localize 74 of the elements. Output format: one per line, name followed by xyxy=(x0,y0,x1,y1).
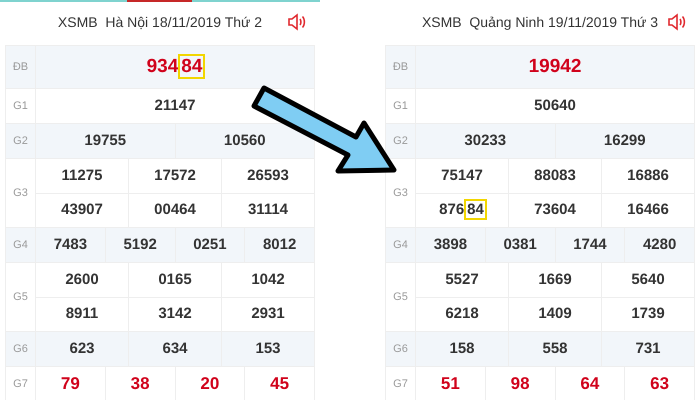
prize-number: 2600 xyxy=(65,270,99,288)
speaker-icon[interactable] xyxy=(667,12,687,32)
prize-number: 876 84 xyxy=(439,201,485,218)
prize-label: G6 xyxy=(13,342,28,357)
prize-number: 623 xyxy=(69,340,95,357)
prize-number: 19755 xyxy=(84,132,126,149)
prize-label: G2 xyxy=(13,134,28,149)
prize-number: 51 xyxy=(440,374,460,394)
prize-number: 19942 xyxy=(528,56,582,77)
prize-number: 6218 xyxy=(445,305,479,322)
prize-number: 3898 xyxy=(434,236,468,253)
prize-number: 558 xyxy=(542,340,568,357)
prize-number: 31114 xyxy=(248,201,288,218)
prize-number: 8012 xyxy=(262,236,296,253)
prize-number: 8911 xyxy=(66,305,98,322)
prize-number: 5527 xyxy=(445,270,479,288)
prize-label: G7 xyxy=(13,376,28,392)
prize-number: 17572 xyxy=(154,166,196,184)
prize-number: 3142 xyxy=(158,305,192,322)
prize-number: 75147 xyxy=(441,166,483,184)
prize-label: G1 xyxy=(13,98,28,114)
prize-number: 30233 xyxy=(464,132,506,149)
prize-number: 88083 xyxy=(534,166,576,184)
prize-number: 1739 xyxy=(631,305,665,322)
prize-number: 16886 xyxy=(627,166,669,184)
prize-number: 73604 xyxy=(534,201,576,218)
prize-label: ĐB xyxy=(12,60,28,75)
prize-number: 1744 xyxy=(573,236,607,253)
prize-number: 5192 xyxy=(123,236,157,253)
prize-label: G3 xyxy=(13,186,28,201)
prize-number: 38 xyxy=(130,374,150,394)
prize-number: 4280 xyxy=(642,236,676,253)
prize-label: G1 xyxy=(393,98,408,114)
prize-number: 64 xyxy=(580,374,600,394)
prize-number: 26593 xyxy=(247,166,289,184)
prize-label: G3 xyxy=(393,186,408,201)
prize-number: 21147 xyxy=(154,96,196,114)
prize-number: 43907 xyxy=(61,201,103,218)
prize-label: G4 xyxy=(13,238,28,253)
prize-number: 731 xyxy=(635,340,661,357)
prize-label: G7 xyxy=(393,376,408,392)
prize-label: G5 xyxy=(393,290,408,305)
prize-number: 10560 xyxy=(224,132,266,149)
prize-number: 16299 xyxy=(604,132,646,149)
prize-label: G4 xyxy=(393,238,408,253)
prize-number: 158 xyxy=(449,340,475,357)
prize-number: 16466 xyxy=(627,201,669,218)
prize-number: 5640 xyxy=(631,270,665,288)
prize-number: 153 xyxy=(255,340,281,357)
prize-number: 79 xyxy=(60,374,80,394)
prize-number: 7483 xyxy=(54,236,88,253)
prize-number: 0251 xyxy=(193,236,227,253)
prize-number: 0381 xyxy=(503,236,537,253)
prize-number: 2931 xyxy=(251,305,285,322)
prize-label: ĐB xyxy=(392,60,408,75)
panel-title: XSMB Quảng Ninh 19/11/2019 Thứ 3 xyxy=(422,13,658,32)
prize-label: G5 xyxy=(13,290,28,305)
prize-number: 11275 xyxy=(62,166,102,184)
prize-number: 50640 xyxy=(534,96,576,114)
prize-number: 634 xyxy=(162,340,188,357)
prize-label: G2 xyxy=(393,134,408,149)
prize-number: 00464 xyxy=(154,201,196,218)
prize-number: 98 xyxy=(510,374,530,394)
prize-label: G6 xyxy=(393,342,408,357)
prize-number: 93484 xyxy=(146,56,204,77)
prize-number: 1669 xyxy=(538,270,572,288)
prize-number: 0165 xyxy=(158,270,192,288)
prize-number: 20 xyxy=(200,374,220,394)
prize-number: 45 xyxy=(270,374,290,394)
speaker-icon[interactable] xyxy=(287,12,307,32)
prize-number: 63 xyxy=(650,374,670,394)
panel-title: XSMB Hà Nội 18/11/2019 Thứ 2 xyxy=(58,13,262,32)
prize-number: 1042 xyxy=(251,270,285,288)
prize-number: 1409 xyxy=(538,305,572,322)
